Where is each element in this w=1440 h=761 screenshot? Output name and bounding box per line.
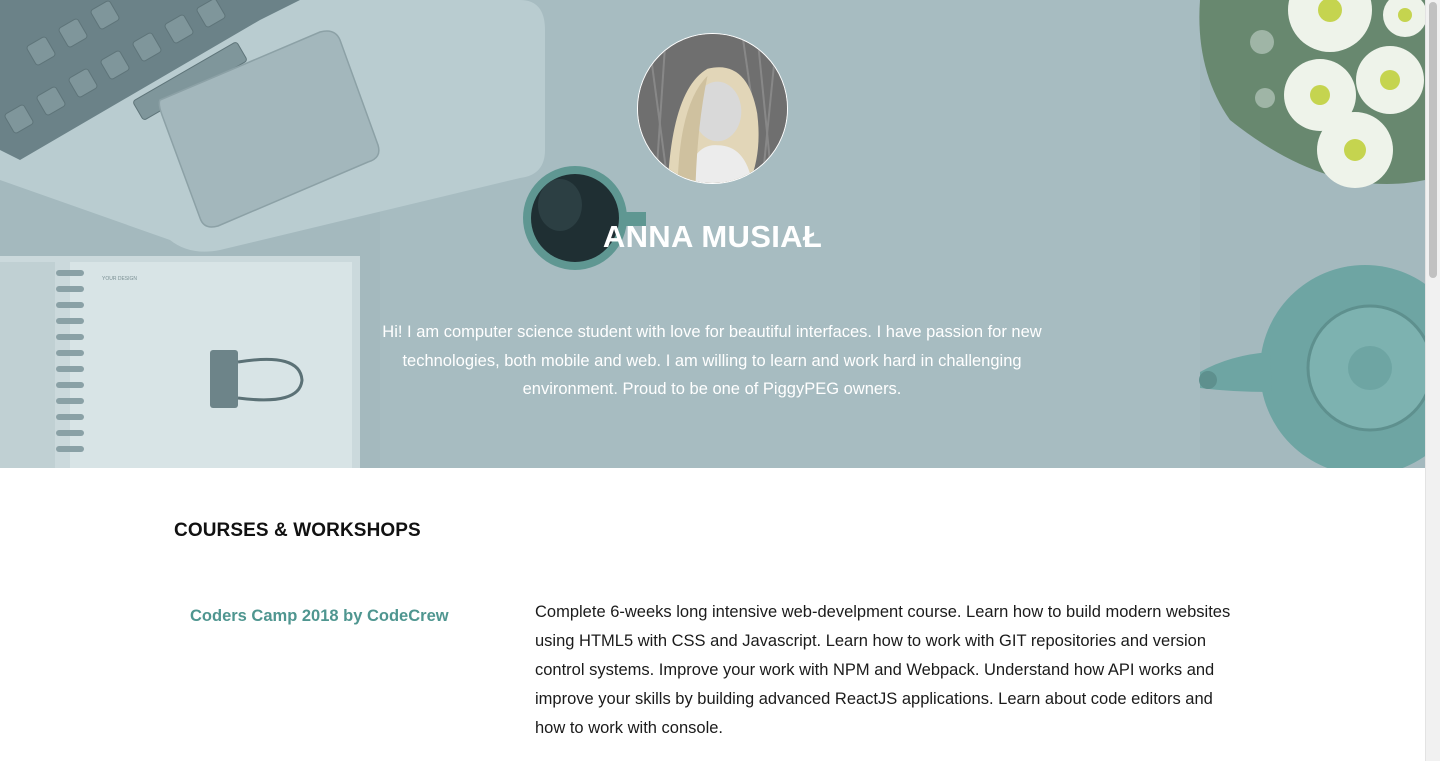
courses-section-title: COURSES & WORKSHOPS bbox=[174, 520, 421, 541]
scrollbar-thumb[interactable] bbox=[1429, 2, 1437, 278]
notebook-label: YOUR DESIGN bbox=[102, 276, 137, 282]
avatar bbox=[637, 33, 788, 184]
page-content: YOUR DESIGN ANNA MUSIAŁ Hi! I am compute… bbox=[0, 0, 1425, 761]
course-name: Coders Camp 2018 by CodeCrew bbox=[190, 607, 449, 625]
course-description: Complete 6-weeks long intensive web-deve… bbox=[535, 603, 1231, 737]
profile-photo bbox=[638, 34, 787, 183]
notebook-image: YOUR DESIGN bbox=[0, 256, 360, 468]
hero-section: YOUR DESIGN ANNA MUSIAŁ Hi! I am compute… bbox=[0, 0, 1425, 468]
vertical-scrollbar[interactable] bbox=[1425, 0, 1440, 761]
page: YOUR DESIGN ANNA MUSIAŁ Hi! I am compute… bbox=[0, 0, 1440, 761]
profile-name: ANNA MUSIAŁ bbox=[602, 219, 823, 254]
profile-bio: Hi! I am computer science student with l… bbox=[382, 323, 1042, 398]
